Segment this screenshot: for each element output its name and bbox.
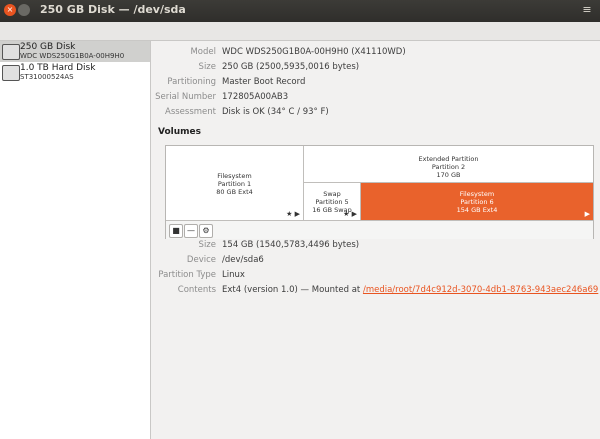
- contents-prefix: Ext4 (version 1.0) — Mounted at: [222, 285, 363, 295]
- size-value: 250 GB (2500,5935,0016 bytes): [222, 62, 360, 72]
- p6-name: Partition 6: [460, 198, 494, 206]
- partition-size-label: Size: [198, 240, 216, 250]
- p1-size: 80 GB Ext4: [216, 188, 253, 196]
- disk-sidebar: 250 GB Disk WDC WDS250G1B0A-00H9H0 1.0 T…: [0, 41, 151, 439]
- device-value: /dev/sda6: [222, 255, 264, 265]
- swap-type: Swap: [323, 190, 341, 198]
- sidebar-item-250gb-disk[interactable]: 250 GB Disk WDC WDS250G1B0A-00H9H0: [0, 41, 150, 62]
- p6-type: Filesystem: [459, 190, 495, 198]
- model-label: Model: [190, 47, 216, 57]
- extended-name: Partition 2: [431, 163, 466, 171]
- partition-1-segment[interactable]: Filesystem Partition 1 80 GB Ext4 ★ ▶: [166, 146, 304, 220]
- window-title: 250 GB Disk — /dev/sda: [40, 3, 186, 16]
- serial-label: Serial Number: [155, 92, 216, 102]
- serial-value: 172805A00AB3: [222, 92, 289, 102]
- menu-icon[interactable]: ≡: [580, 3, 594, 17]
- swap-status-icons: ★ ▶: [343, 210, 357, 218]
- disk-model: ST31000524AS: [20, 73, 74, 81]
- hard-disk-icon: [2, 65, 20, 81]
- volumes-map: Filesystem Partition 1 80 GB Ext4 ★ ▶ Ex…: [165, 145, 594, 239]
- model-row: Model WDC WDS250G1B0A-00H9H0 (X41110WD): [151, 47, 600, 62]
- partition-type-value: Linux: [222, 270, 245, 280]
- assessment-label: Assessment: [165, 107, 216, 117]
- extended-size: 170 GB: [436, 171, 461, 179]
- close-window-button[interactable]: ×: [4, 4, 16, 16]
- assessment-value: Disk is OK (34° C / 93° F): [222, 107, 329, 117]
- delete-partition-icon[interactable]: —: [184, 224, 198, 238]
- p6-size: 154 GB Ext4: [456, 206, 498, 214]
- extended-partition-segment[interactable]: Extended Partition Partition 2 170 GB: [304, 146, 593, 183]
- title-bar: × 250 GB Disk — /dev/sda ≡: [0, 0, 600, 22]
- p1-status-icons: ★ ▶: [286, 210, 300, 218]
- partition-size-value: 154 GB (1540,5783,4496 bytes): [222, 240, 360, 250]
- model-value: WDC WDS250G1B0A-00H9H0 (X41110WD): [222, 47, 406, 57]
- stop-icon[interactable]: ■: [169, 224, 183, 238]
- device-label: Device: [186, 255, 216, 265]
- p1-name: Partition 1: [217, 180, 252, 188]
- size-row: Size 250 GB (2500,5935,0016 bytes): [151, 62, 600, 77]
- device-row: Device /dev/sda6: [151, 255, 600, 270]
- volume-toolbar: ■ — ⚙: [166, 220, 593, 239]
- p6-status-icons: ▶: [584, 210, 590, 218]
- partition-type-row: Partition Type Linux: [151, 270, 600, 285]
- contents-row: Contents Ext4 (version 1.0) — Mounted at…: [151, 285, 600, 300]
- mount-point-link[interactable]: /media/root/7d4c912d-3070-4db1-8763-943a…: [363, 285, 598, 295]
- size-label: Size: [198, 62, 216, 72]
- disk-model: WDC WDS250G1B0A-00H9H0: [20, 52, 125, 60]
- serial-row: Serial Number 172805A00AB3: [151, 92, 600, 107]
- partition-type-label: Partition Type: [158, 270, 216, 280]
- minimize-window-button[interactable]: [18, 4, 30, 16]
- swap-partition-segment[interactable]: Swap Partition 5 16 GB Swap ★ ▶: [304, 183, 361, 220]
- volumes-heading: Volumes: [158, 127, 201, 137]
- disk-name: 1.0 TB Hard Disk: [20, 63, 96, 73]
- disk-details: Model WDC WDS250G1B0A-00H9H0 (X41110WD) …: [151, 41, 600, 439]
- partition-size-row: Size 154 GB (1540,5783,4496 bytes): [151, 240, 600, 255]
- p1-type: Filesystem: [217, 172, 252, 180]
- partitioning-row: Partitioning Master Boot Record: [151, 77, 600, 92]
- contents-label: Contents: [177, 285, 216, 295]
- partitioning-value: Master Boot Record: [222, 77, 306, 87]
- partition-6-segment[interactable]: Filesystem Partition 6 154 GB Ext4 ▶: [361, 183, 593, 220]
- disk-name: 250 GB Disk: [20, 42, 76, 52]
- swap-name: Partition 5: [315, 198, 349, 206]
- extended-type: Extended Partition: [418, 155, 479, 163]
- contents-value: Ext4 (version 1.0) — Mounted at /media/r…: [222, 285, 598, 295]
- sidebar-item-1tb-hard-disk[interactable]: 1.0 TB Hard Disk ST31000524AS: [0, 62, 150, 83]
- gear-icon[interactable]: ⚙: [199, 224, 213, 238]
- header-bar: [0, 22, 600, 41]
- disk-drive-icon: [2, 44, 20, 60]
- assessment-row: Assessment Disk is OK (34° C / 93° F): [151, 107, 600, 122]
- partitioning-label: Partitioning: [167, 77, 216, 87]
